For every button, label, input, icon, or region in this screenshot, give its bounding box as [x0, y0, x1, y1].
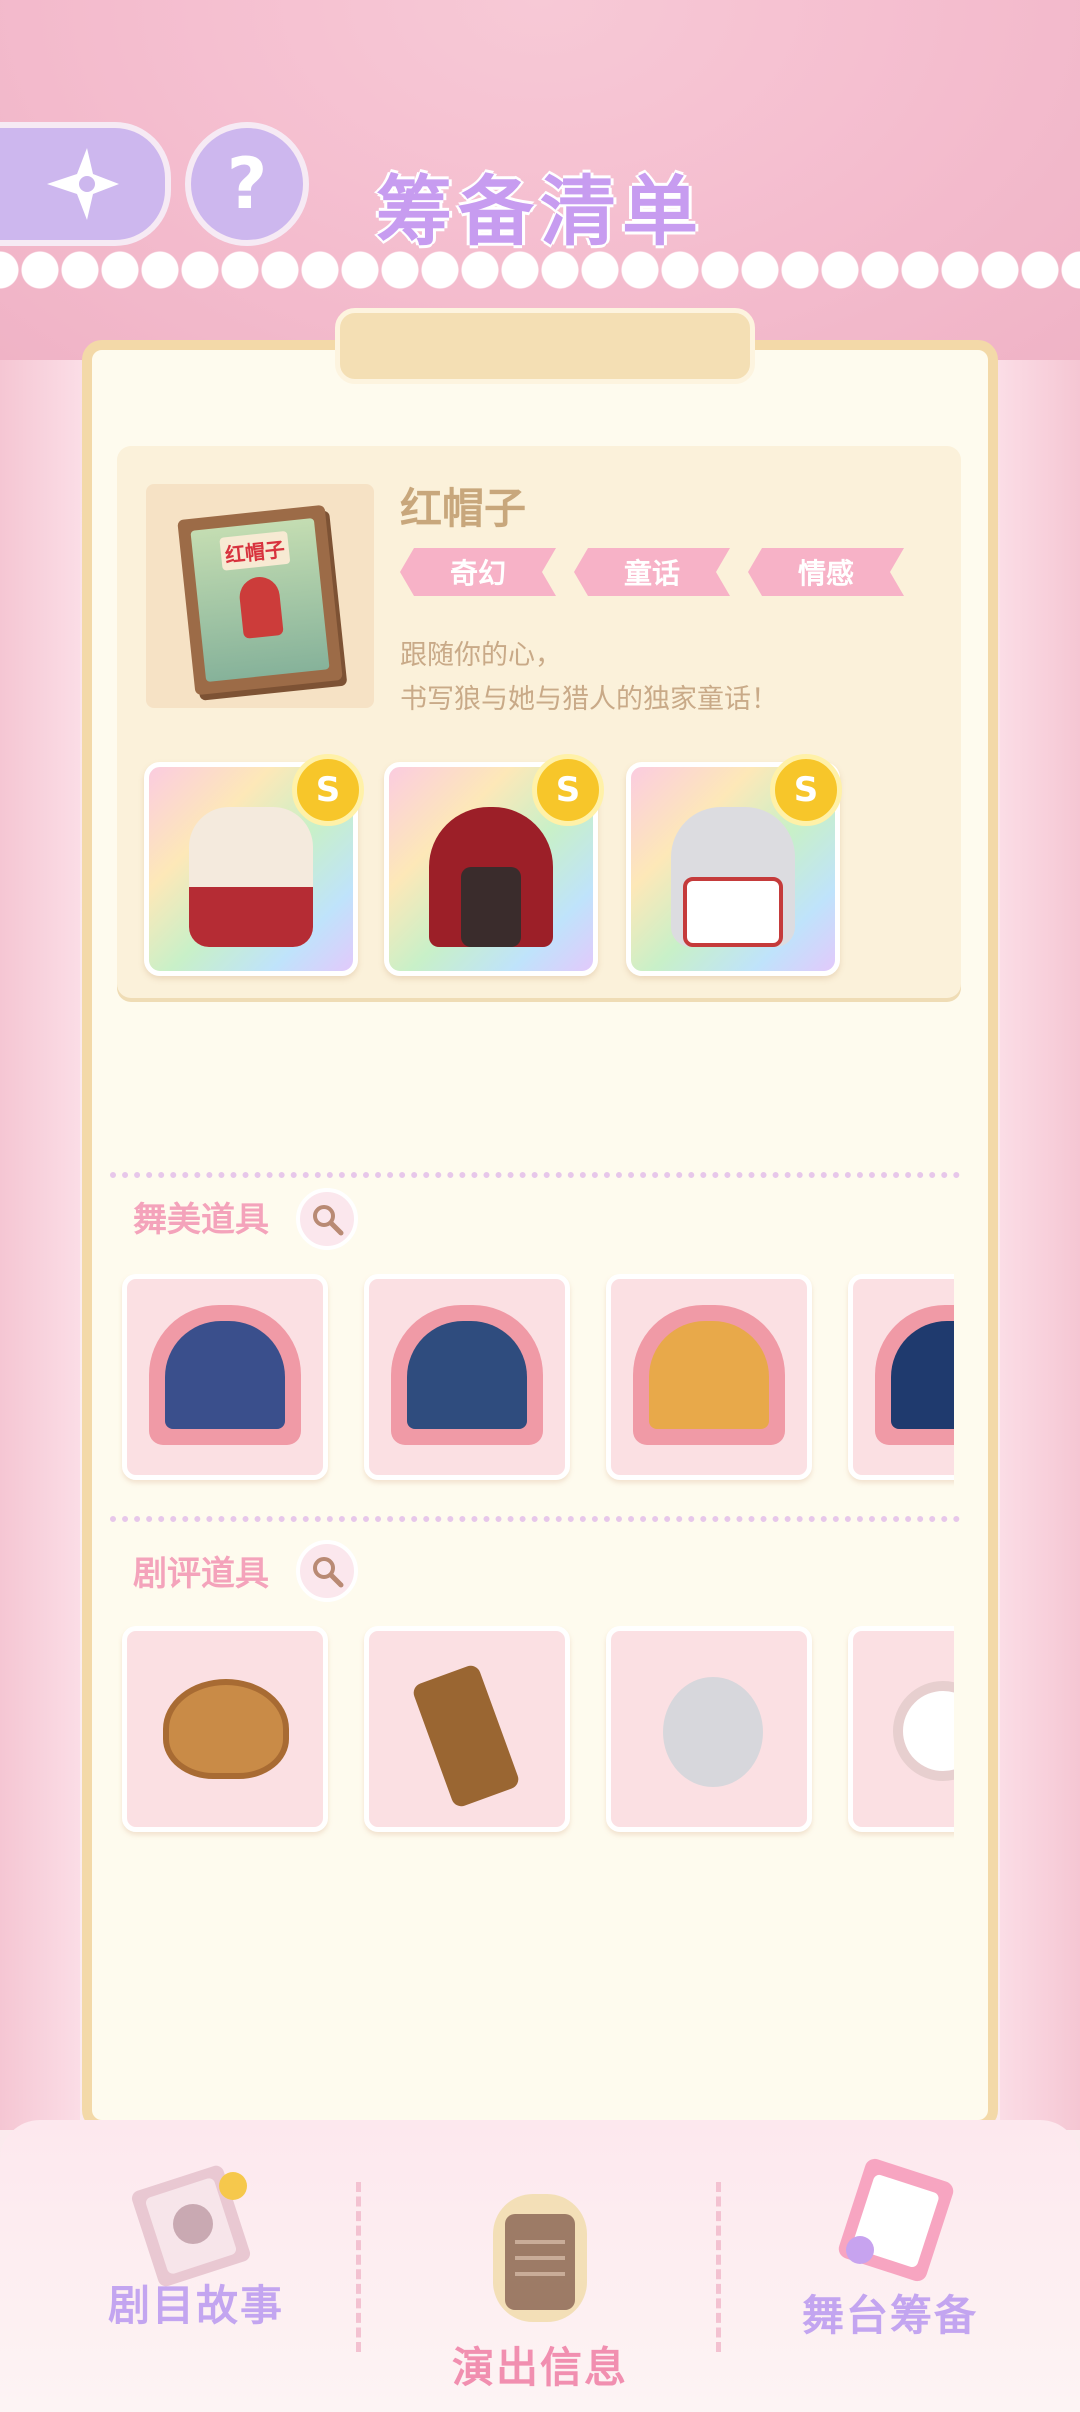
storybook-nav-icon: [131, 2165, 251, 2287]
stage-prop-card[interactable]: [848, 1274, 954, 1480]
search-icon: [313, 1557, 344, 1588]
nav-divider: [356, 2182, 361, 2352]
sparkle-back-icon: [46, 148, 119, 220]
nav-prep-label: 舞台筹备: [801, 2291, 978, 2340]
search-icon: [313, 1205, 344, 1236]
program-board-icon: [493, 2194, 587, 2322]
description-line-1: 跟随你的心，: [400, 640, 562, 671]
stage-prop-card[interactable]: [606, 1274, 812, 1480]
tag-emotion: 情感: [748, 548, 904, 596]
nav-story[interactable]: 剧目故事: [96, 2158, 296, 2333]
nav-divider: [716, 2182, 721, 2352]
clipboard-icon: [838, 2158, 954, 2282]
section-divider: [110, 1516, 960, 1522]
stage-scene-icon: [165, 1321, 285, 1429]
stage-scene-icon: [649, 1321, 769, 1429]
panel-tab-decoration: [335, 308, 755, 384]
s-rank-badge: S: [292, 754, 364, 826]
page-title: 筹备清单: [376, 167, 704, 256]
review-prop-card[interactable]: [606, 1626, 812, 1832]
stage-prop-card[interactable]: [364, 1274, 570, 1480]
tag-fairytale: 童话: [574, 548, 730, 596]
basket-icon: [163, 1679, 289, 1779]
review-prop-card[interactable]: [364, 1626, 570, 1832]
curtain-right: [1000, 330, 1080, 2130]
tag-fantasy: 奇幻: [400, 548, 556, 596]
section-divider: [110, 1172, 960, 1178]
s-rank-badge: S: [532, 754, 604, 826]
search-button[interactable]: [296, 1540, 358, 1602]
stage-props-row[interactable]: [118, 1274, 954, 1496]
question-icon: ?: [226, 143, 268, 225]
search-button[interactable]: [296, 1188, 358, 1250]
section-title-stage-props: 舞美道具: [133, 1200, 269, 1240]
add-icon: [893, 1681, 954, 1781]
curtain-left: [0, 330, 80, 2130]
stage-prop-card[interactable]: [122, 1274, 328, 1480]
stage-scene-icon: [891, 1321, 954, 1429]
storybook-icon: 红帽子: [177, 504, 343, 696]
back-button[interactable]: [0, 122, 171, 246]
section-title-review-props: 剧评道具: [133, 1554, 269, 1594]
story-name: 红帽子: [400, 484, 527, 533]
outfit-dress-icon: [189, 807, 313, 947]
quiver-icon: [410, 1662, 522, 1810]
paw-icon: [663, 1677, 763, 1787]
s-rank-badge: S: [770, 754, 842, 826]
nav-info[interactable]: 演出信息: [440, 2188, 640, 2395]
outfit-cloak-icon: [429, 807, 553, 947]
outfit-wolf-icon: [671, 807, 795, 947]
nav-story-label: 剧目故事: [107, 2281, 284, 2330]
review-props-row[interactable]: [118, 1626, 954, 1848]
nav-prep[interactable]: 舞台筹备: [790, 2148, 990, 2343]
red-hood-figure: [237, 575, 284, 639]
stage-scene-icon: [407, 1321, 527, 1429]
help-button[interactable]: ?: [185, 122, 309, 246]
nav-info-label: 演出信息: [451, 2343, 628, 2392]
review-prop-card[interactable]: [848, 1626, 954, 1832]
story-description: 跟随你的心， 书写狼与她与猎人的独家童话！: [400, 634, 920, 722]
description-line-2: 书写狼与她与猎人的独家童话！: [400, 684, 778, 715]
review-prop-card[interactable]: [122, 1626, 328, 1832]
book-cover-title: 红帽子: [219, 530, 291, 571]
